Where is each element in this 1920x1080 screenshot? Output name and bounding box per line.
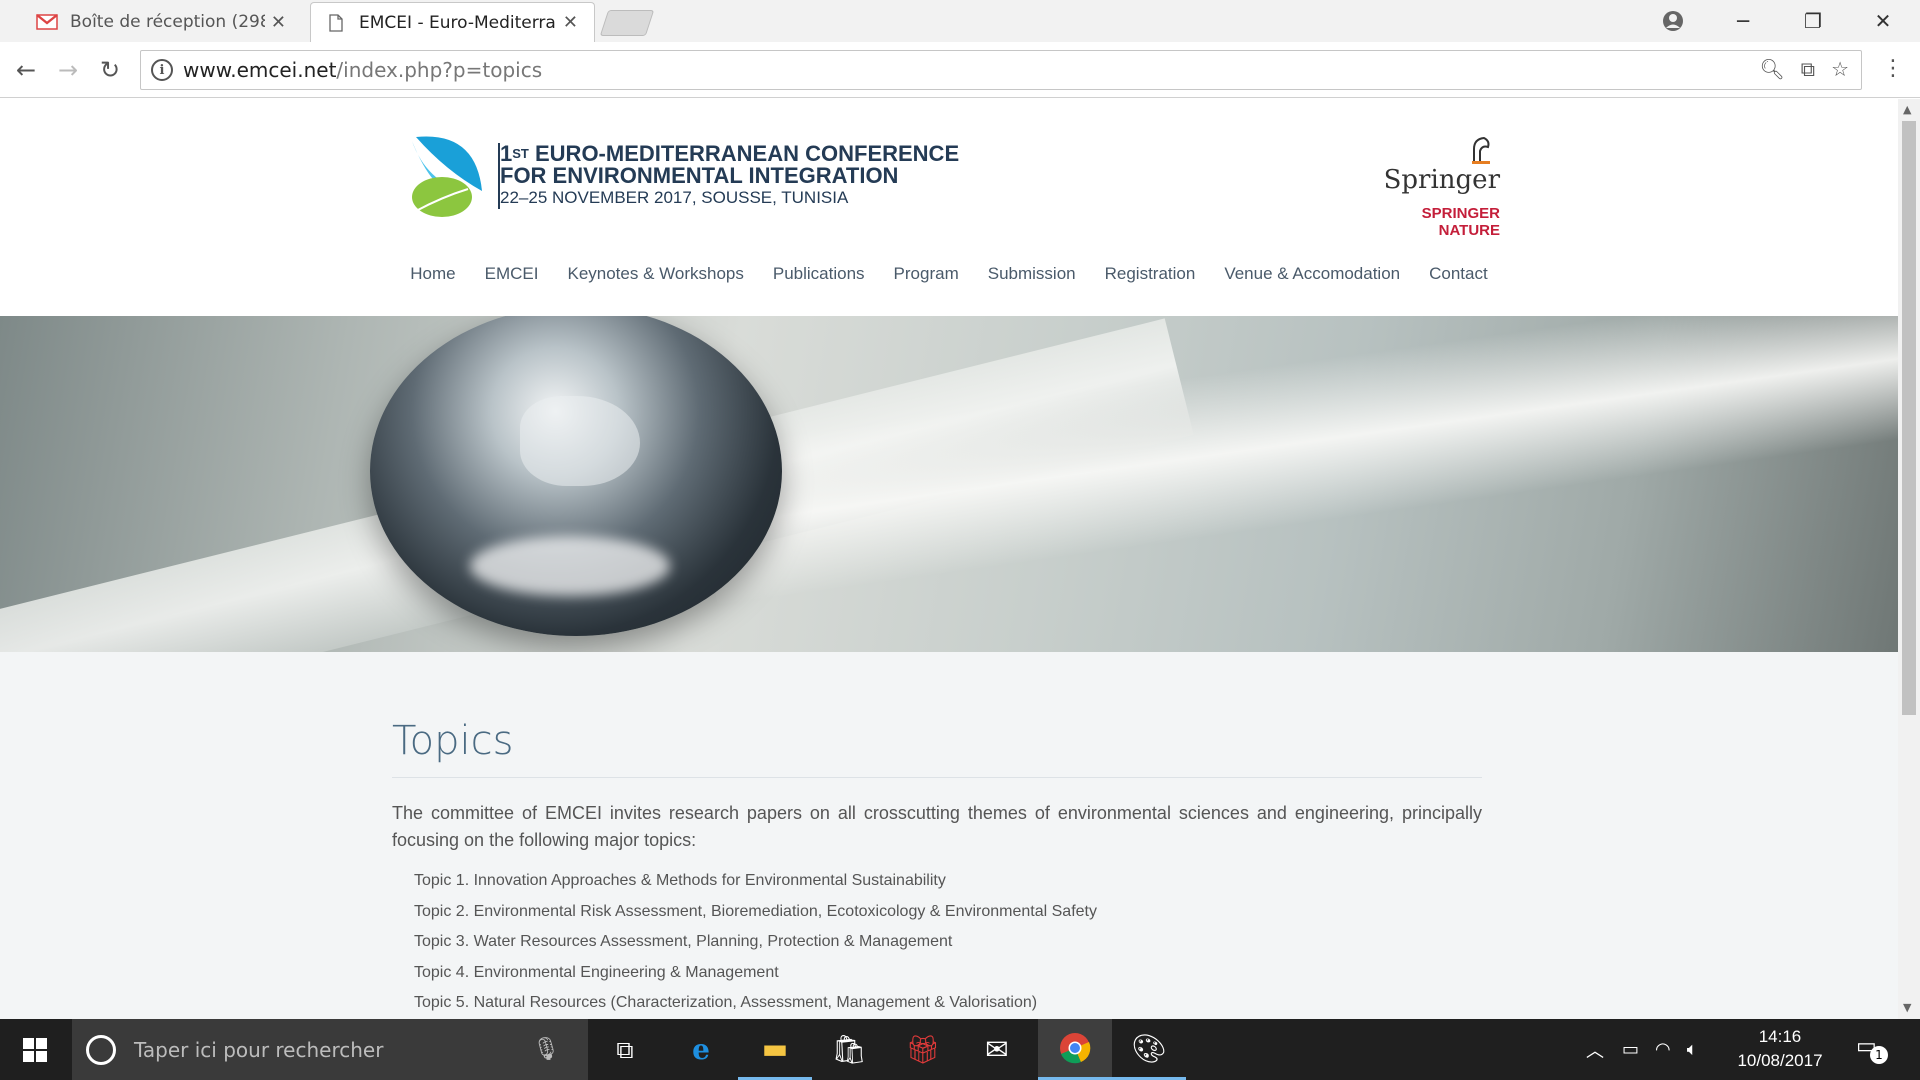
sponsor-logo: Springer SPRINGER NATURE xyxy=(1368,135,1500,239)
gift-icon[interactable]: 🎁︎ xyxy=(886,1019,960,1080)
nav-emcei[interactable]: EMCEI xyxy=(483,264,541,284)
nav-program[interactable]: Program xyxy=(892,264,961,284)
topics-list: Topic 1. Innovation Approaches & Methods… xyxy=(414,866,1097,1019)
tab-title: Boîte de réception (298) xyxy=(70,12,265,32)
main-content: Topics The committee of EMCEI invites re… xyxy=(0,652,1898,1019)
nav-contact[interactable]: Contact xyxy=(1427,264,1490,284)
chevron-up-icon[interactable]: ︿ xyxy=(1586,1037,1604,1063)
conf-ordinal-sup: ST xyxy=(512,146,529,161)
sponsor-group: SPRINGER NATURE xyxy=(1421,205,1500,239)
globe-image xyxy=(370,316,782,636)
globe-shine xyxy=(470,536,670,596)
page-title: Topics xyxy=(392,718,514,764)
scroll-up-icon[interactable]: ▲ xyxy=(1903,103,1911,116)
clock-date: 10/08/2017 xyxy=(1737,1051,1823,1070)
close-tab-icon[interactable]: ✕ xyxy=(271,12,286,33)
list-item: Topic 5. Natural Resources (Characteriza… xyxy=(414,994,1038,1011)
nav-submission[interactable]: Submission xyxy=(986,264,1078,284)
new-tab-button[interactable] xyxy=(599,10,655,36)
back-button[interactable]: ← xyxy=(8,52,44,88)
page-scrollbar[interactable]: ▲ ▼ xyxy=(1898,99,1920,1019)
file-explorer-icon[interactable]: ▬ xyxy=(738,1019,812,1080)
intro-paragraph: The committee of EMCEI invites research … xyxy=(392,803,1482,850)
list-item: Topic 2. Environmental Risk Assessment, … xyxy=(414,902,1097,920)
store-icon[interactable]: 🛍︎ xyxy=(812,1019,886,1080)
tab-emcei[interactable]: EMCEI - Euro-Mediterran ✕ xyxy=(310,2,595,42)
hero-highlight xyxy=(695,316,1898,606)
tray-icons: ︿ ▭ ◠ 🔈︎ xyxy=(1586,1019,1698,1080)
globe-land xyxy=(520,396,640,486)
paint-icon[interactable]: 🎨︎ xyxy=(1112,1019,1186,1080)
bookmark-star-icon[interactable]: ☆ xyxy=(1831,57,1849,81)
microphone-icon[interactable]: 🎙︎ xyxy=(532,1037,560,1062)
wifi-icon[interactable]: ◠ xyxy=(1655,1039,1671,1060)
omnibox-actions: 🔍︎ ⧉ ☆ xyxy=(1759,57,1849,81)
browser-menu-icon[interactable]: ⋮ xyxy=(1882,56,1904,81)
tab-strip: Boîte de réception (298) ✕ EMCEI - Euro-… xyxy=(0,0,1920,42)
system-clock[interactable]: 14:16 10/08/2017 xyxy=(1724,1025,1836,1073)
nav-venue[interactable]: Venue & Accomodation xyxy=(1222,264,1402,284)
address-bar[interactable]: i www.emcei.net/index.php?p=topics 🔍︎ ⧉ … xyxy=(140,50,1862,90)
hero-banner xyxy=(0,316,1898,652)
clock-time: 14:16 xyxy=(1758,1027,1802,1046)
cortana-icon xyxy=(86,1034,116,1065)
chrome-icon[interactable] xyxy=(1038,1019,1112,1080)
scroll-down-icon[interactable]: ▼ xyxy=(1903,1001,1911,1014)
reload-button[interactable]: ↻ xyxy=(92,52,128,88)
sponsor-name: Springer xyxy=(1383,165,1500,195)
conference-title: 1ST EURO-MEDITERRANEAN CONFERENCE FOR EN… xyxy=(500,143,959,209)
forward-button[interactable]: → xyxy=(50,52,86,88)
info-icon[interactable]: i xyxy=(151,59,173,81)
nav-home[interactable]: Home xyxy=(408,264,457,284)
edge-icon[interactable]: e xyxy=(664,1019,738,1080)
tab-gmail[interactable]: Boîte de réception (298) ✕ xyxy=(22,2,302,42)
list-item: Topic 1. Innovation Approaches & Methods… xyxy=(414,872,946,889)
list-item: Topic 3. Water Resources Assessment, Pla… xyxy=(414,933,953,950)
conference-logo xyxy=(412,136,482,217)
nav-registration[interactable]: Registration xyxy=(1103,264,1198,284)
scrollbar-thumb[interactable] xyxy=(1902,121,1916,715)
minimize-button[interactable]: ─ xyxy=(1710,0,1776,42)
search-placeholder: Taper ici pour rechercher xyxy=(134,1037,384,1062)
windows-icon xyxy=(23,1037,47,1062)
profile-icon[interactable] xyxy=(1640,0,1706,42)
springer-horse-icon xyxy=(1472,136,1490,164)
conf-date: 22–25 NOVEMBER 2017, SOUSSE, TUNISIA xyxy=(500,188,849,207)
battery-icon[interactable]: ▭ xyxy=(1622,1039,1639,1060)
action-center-icon[interactable]: ▭ 1 xyxy=(1856,1034,1888,1064)
close-window-button[interactable]: ✕ xyxy=(1850,0,1916,42)
start-button[interactable] xyxy=(0,1019,70,1080)
zoom-icon[interactable]: 🔍︎ xyxy=(1759,57,1784,81)
tab-title: EMCEI - Euro-Mediterran xyxy=(359,12,557,33)
url-host: www.emcei.net xyxy=(183,58,337,82)
nav-keynotes[interactable]: Keynotes & Workshops xyxy=(565,264,745,284)
volume-icon[interactable]: 🔈︎ xyxy=(1687,1039,1698,1060)
browser-toolbar: ← → ↻ i www.emcei.net/index.php?p=topics… xyxy=(0,42,1920,98)
gmail-icon xyxy=(36,14,58,30)
close-tab-icon[interactable]: ✕ xyxy=(563,12,578,33)
taskbar: Taper ici pour rechercher 🎙︎ ⧉ e ▬ 🛍︎ 🎁︎… xyxy=(0,1019,1920,1080)
title-divider-line xyxy=(392,777,1482,778)
site-nav: Home EMCEI Keynotes & Workshops Publicat… xyxy=(0,264,1898,284)
mail-icon[interactable]: ✉ xyxy=(960,1019,1034,1080)
page-viewport: 1ST EURO-MEDITERRANEAN CONFERENCE FOR EN… xyxy=(0,99,1898,1019)
translate-icon[interactable]: ⧉ xyxy=(1801,57,1815,81)
url-path: /index.php?p=topics xyxy=(336,58,543,82)
document-icon xyxy=(329,13,343,32)
nav-publications[interactable]: Publications xyxy=(771,264,867,284)
task-view-icon[interactable]: ⧉ xyxy=(588,1019,662,1080)
conf-line2: FOR ENVIRONMENTAL INTEGRATION xyxy=(500,163,899,188)
restore-button[interactable]: ❐ xyxy=(1780,0,1846,42)
list-item: Topic 4. Environmental Engineering & Man… xyxy=(414,963,779,981)
notification-badge: 1 xyxy=(1870,1046,1888,1064)
taskbar-search[interactable]: Taper ici pour rechercher 🎙︎ xyxy=(72,1019,588,1080)
